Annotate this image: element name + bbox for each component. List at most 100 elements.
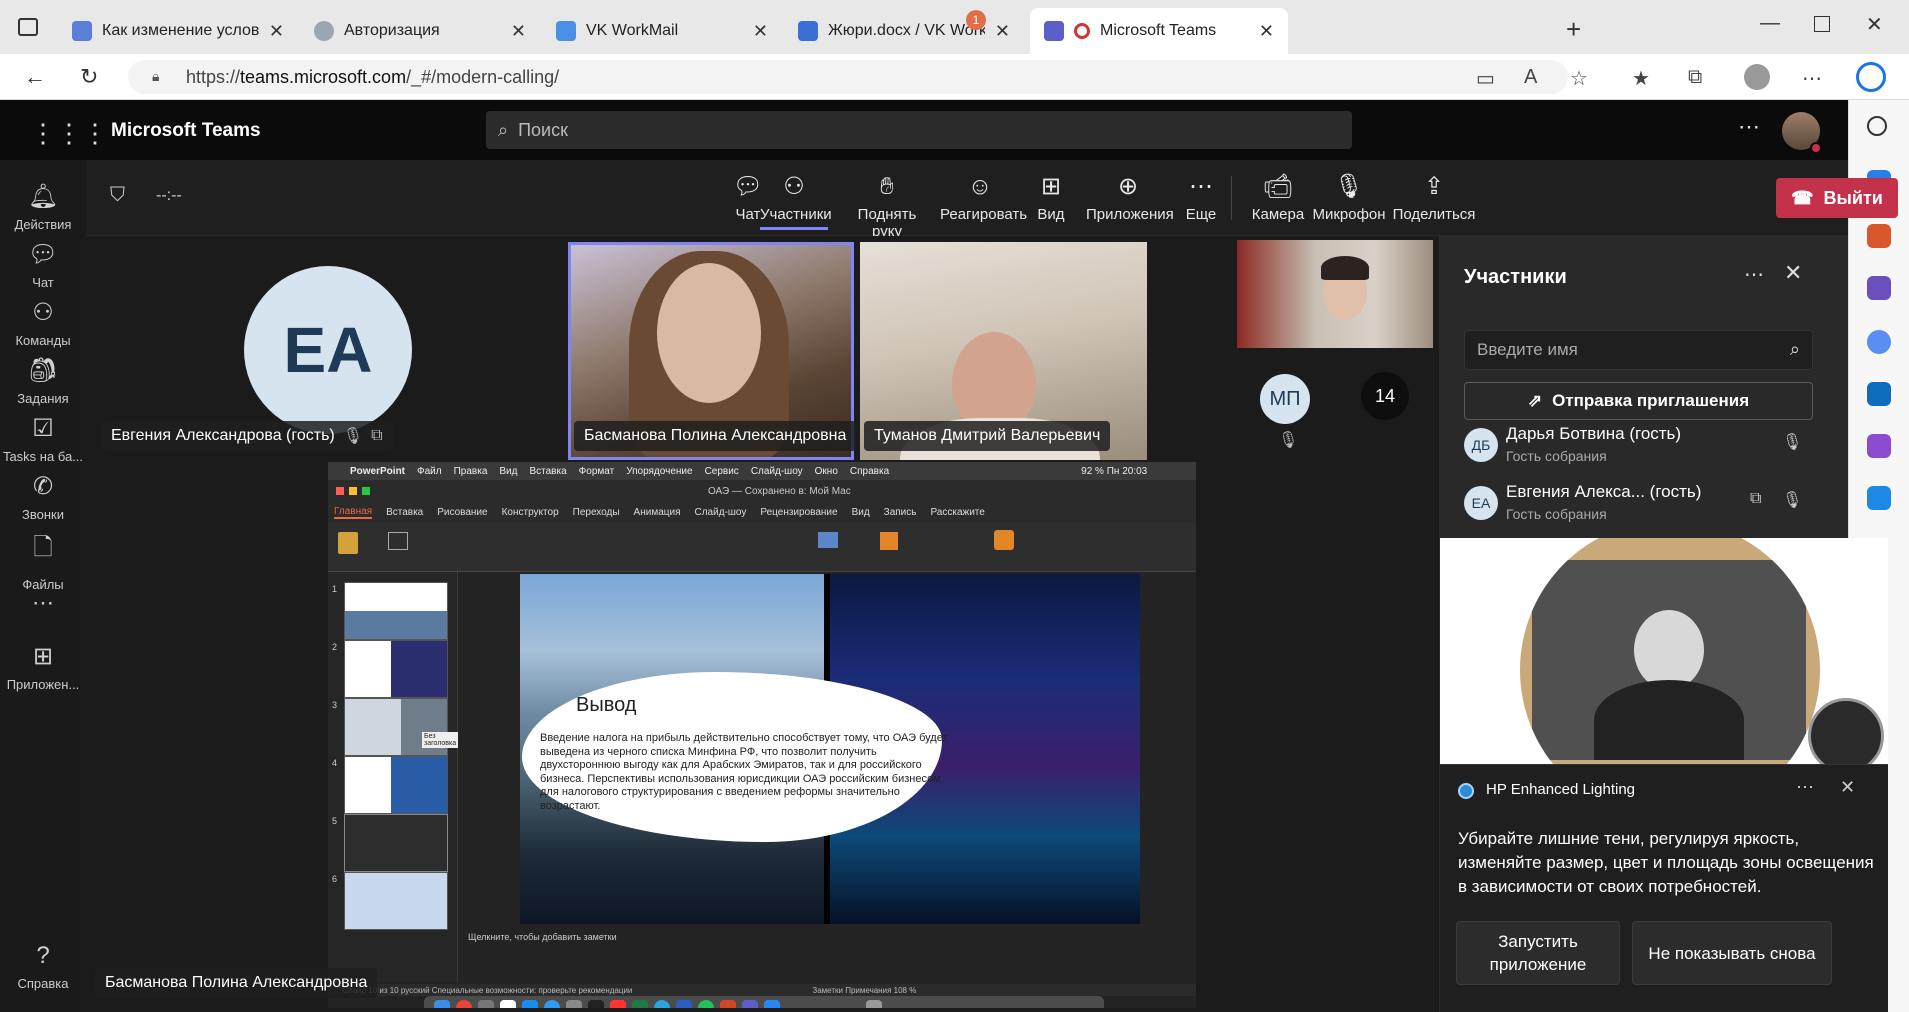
tab-close-icon[interactable]: ✕: [753, 21, 768, 42]
toolbar-mic-button[interactable]: 🎙︎ Микрофон: [1312, 172, 1386, 223]
profile-icon[interactable]: [1744, 64, 1770, 90]
read-aloud-icon[interactable]: A: [1524, 66, 1537, 89]
more-participants-count[interactable]: 14: [1361, 372, 1409, 420]
shield-icon[interactable]: ⛉: [110, 184, 125, 207]
apps-icon: ⊞: [32, 643, 54, 670]
more-options-icon[interactable]: ⋯: [1738, 114, 1760, 140]
ribbon-tab: Главная: [334, 505, 373, 519]
rail-label: Чат: [32, 275, 54, 290]
slide-thumbnail[interactable]: [344, 814, 448, 872]
add-favorite-icon[interactable]: ☆: [1570, 66, 1588, 91]
settings-icon: [566, 1000, 582, 1008]
close-icon[interactable]: ✕: [1784, 260, 1802, 286]
slide-thumbnail[interactable]: [344, 640, 448, 698]
grid-icon: ⊞: [1040, 173, 1062, 200]
button-label: Запустить приложение: [1489, 932, 1587, 974]
toolbar-react-button[interactable]: ☺ Реагировать: [940, 172, 1027, 223]
browser-tab-3[interactable]: VK WorkMail ✕: [542, 8, 782, 54]
person-face: [657, 263, 761, 403]
assignments-icon: 🎒︎: [27, 357, 59, 384]
menu-item: Формат: [578, 465, 615, 477]
rail-label: Команды: [15, 333, 71, 348]
toolbar-view-button[interactable]: ⊞ Вид: [1026, 172, 1076, 223]
tools-icon[interactable]: [1867, 224, 1891, 248]
toolbar-participants-button[interactable]: ⚇ Участники: [760, 172, 832, 230]
send-icon[interactable]: [1867, 486, 1891, 510]
tab-close-icon[interactable]: ✕: [511, 21, 526, 42]
slide-thumbnail[interactable]: [344, 872, 448, 930]
tab-actions-icon[interactable]: [18, 18, 38, 36]
search-input[interactable]: ⌕ Поиск: [486, 111, 1352, 149]
search-icon[interactable]: [1867, 116, 1887, 136]
close-icon[interactable]: ✕: [1840, 777, 1855, 798]
leave-button[interactable]: ☎︎ Выйти: [1776, 178, 1898, 218]
send-invite-button[interactable]: ⇗ Отправка приглашения: [1464, 382, 1813, 420]
rail-label: Справка: [17, 976, 69, 991]
menu-item: Упорядочение: [626, 465, 693, 477]
rail-item-files[interactable]: 🗋 Файлы: [0, 530, 86, 592]
bing-icon[interactable]: [1856, 62, 1886, 92]
favorites-icon[interactable]: ★: [1632, 66, 1650, 91]
toolbar-more-button[interactable]: ⋯ Еще: [1178, 172, 1224, 223]
teams-header: ⋮⋮⋮ Microsoft Teams ⌕ Поиск ⋯: [0, 100, 1848, 160]
new-tab-icon[interactable]: +: [1566, 14, 1581, 45]
rail-item-assignments[interactable]: 🎒︎ Задания: [0, 356, 86, 406]
video-tile-small[interactable]: [1237, 240, 1433, 348]
ppt-ribbon: [328, 522, 1196, 572]
collections-icon[interactable]: ⧉: [1688, 66, 1702, 89]
slide-thumbnail[interactable]: [344, 582, 448, 640]
participant-name: Басманова Полина Александровна: [584, 427, 847, 444]
close-window-icon[interactable]: ✕: [1866, 12, 1883, 37]
participant-name: Дарья Ботвина (гость): [1506, 424, 1682, 443]
browser-tab-4[interactable]: Жюри.docx / VK WorkDisk ✕: [784, 8, 1024, 54]
rail-item-help[interactable]: ? Справка: [0, 942, 86, 991]
back-icon[interactable]: ←: [24, 64, 46, 90]
refresh-icon[interactable]: ↻: [80, 64, 98, 90]
rail-item-activity[interactable]: 🔔︎ Действия: [0, 182, 86, 232]
tab-close-icon[interactable]: ✕: [995, 21, 1010, 42]
dont-show-again-button[interactable]: Не показывать снова: [1632, 921, 1832, 985]
games-icon[interactable]: [1867, 276, 1891, 300]
browser-tab-2[interactable]: Авторизация ✕: [300, 8, 540, 54]
panel-more-icon[interactable]: ⋯: [1744, 262, 1764, 287]
toolbar-raise-hand-button[interactable]: ✋︎ Поднять руку: [842, 172, 932, 240]
appstore-icon: [522, 1000, 538, 1008]
minimize-icon[interactable]: —: [1760, 12, 1780, 35]
menu-item: Вид: [499, 465, 518, 477]
tab-close-icon[interactable]: ✕: [1259, 21, 1274, 42]
tab-favicon-icon: [556, 21, 576, 41]
camera-permission-icon[interactable]: ▭: [1476, 66, 1495, 91]
toolbar-camera-button[interactable]: 📹︎ Камера: [1250, 172, 1306, 223]
toolbar-apps-button[interactable]: ⊕ Приложения: [1086, 172, 1174, 223]
rail-item-teams[interactable]: ⚇ Команды: [0, 298, 86, 348]
rail-label: Звонки: [22, 507, 64, 522]
leave-label: Выйти: [1823, 187, 1883, 208]
rail-item-calls[interactable]: ✆ Звонки: [0, 472, 86, 522]
presenter-name-chip: Басманова Полина Александровна: [95, 968, 378, 998]
rail-more-icon[interactable]: ⋯: [0, 590, 86, 616]
browser-tab-1[interactable]: Как изменение условий купли- ✕: [58, 8, 298, 54]
teams-left-rail: 🔔︎ Действия 💬︎ Чат ⚇ Команды 🎒︎ Задания ☑ Tas…: [0, 160, 86, 1012]
participant-row[interactable]: ЕА Евгения Алекса... (гость) Гость собра…: [1464, 482, 1824, 530]
settings-more-icon[interactable]: ⋯: [1802, 66, 1822, 91]
rail-item-tasks[interactable]: ☑ Tasks на ба...: [0, 414, 86, 464]
app-launcher-icon[interactable]: ⋮⋮⋮: [30, 118, 108, 149]
slide-thumbnail[interactable]: [344, 756, 448, 814]
rail-label: Задания: [17, 391, 69, 406]
maximize-icon[interactable]: [1814, 16, 1830, 32]
launch-app-button[interactable]: Запустить приложение: [1456, 921, 1620, 985]
designer-icon[interactable]: [1867, 434, 1891, 458]
toolbar-share-button[interactable]: ⇪ Поделиться: [1392, 172, 1476, 223]
outlook-icon[interactable]: [1867, 382, 1891, 406]
rail-item-chat[interactable]: 💬︎ Чат: [0, 240, 86, 290]
browser-tab-teams[interactable]: Microsoft Teams ✕: [1030, 8, 1288, 54]
notification-more-icon[interactable]: ⋯: [1796, 777, 1814, 798]
rail-item-apps[interactable]: ⊞ Приложен...: [0, 642, 86, 692]
tab-close-icon[interactable]: ✕: [269, 21, 284, 42]
app-title: Microsoft Teams: [111, 120, 261, 141]
participant-row[interactable]: ДБ Дарья Ботвина (гость) Гость собрания …: [1464, 424, 1824, 472]
slide-canvas: Вывод Введение налога на прибыль действи…: [520, 574, 1140, 924]
url-field[interactable]: 🔒︎ https://teams.microsoft.com/_#/modern…: [128, 60, 1568, 94]
copilot-icon[interactable]: [1867, 330, 1891, 354]
participant-search-input[interactable]: Введите имя ⌕: [1464, 330, 1813, 370]
